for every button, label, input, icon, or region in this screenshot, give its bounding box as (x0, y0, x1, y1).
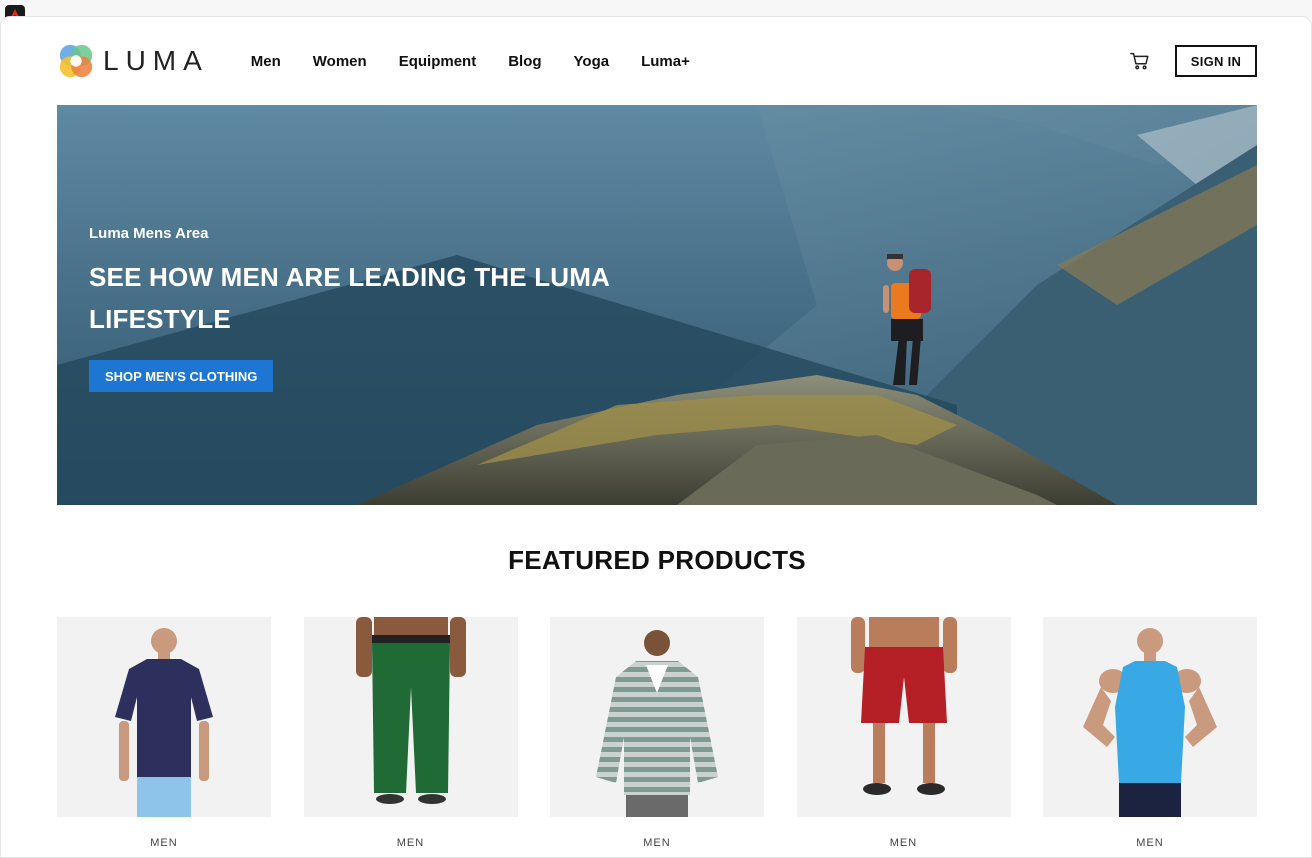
featured-products-grid: MEN MEN MEN MEN MEN (57, 617, 1257, 849)
luma-logo-icon (59, 44, 93, 78)
header-actions: SIGN IN (1129, 45, 1257, 77)
shop-mens-clothing-button[interactable]: SHOP MEN'S CLOTHING (89, 360, 274, 392)
nav-item-men[interactable]: Men (235, 53, 297, 70)
site-logo[interactable]: LUMA (57, 41, 209, 81)
hero-banner: Luma Mens Area SEE HOW MEN ARE LEADING T… (57, 105, 1257, 505)
hero-eyebrow: Luma Mens Area (89, 225, 209, 242)
nav-item-yoga[interactable]: Yoga (558, 53, 626, 70)
cart-icon[interactable] (1129, 50, 1151, 72)
product-card[interactable]: MEN (1043, 617, 1257, 849)
product-image[interactable] (796, 617, 1011, 817)
site-header: LUMA Men Women Equipment Blog Yoga Luma+… (57, 17, 1257, 105)
main-nav: Men Women Equipment Blog Yoga Luma+ (235, 53, 706, 70)
product-category: MEN (150, 837, 178, 849)
brand-name: LUMA (103, 45, 209, 76)
product-card[interactable]: MEN (550, 617, 764, 849)
product-image[interactable] (1043, 617, 1257, 817)
product-category: MEN (1136, 837, 1164, 849)
product-image[interactable] (57, 617, 271, 817)
product-category: MEN (889, 837, 918, 849)
nav-item-women[interactable]: Women (297, 53, 383, 70)
nav-item-luma-plus[interactable]: Luma+ (625, 53, 706, 70)
product-image[interactable] (550, 617, 764, 817)
sign-in-button[interactable]: SIGN IN (1175, 45, 1257, 77)
product-card[interactable]: MEN (796, 617, 1011, 849)
product-image[interactable] (303, 617, 518, 817)
nav-item-equipment[interactable]: Equipment (383, 53, 493, 70)
product-category: MEN (396, 837, 425, 849)
hero-content: Luma Mens Area SEE HOW MEN ARE LEADING T… (89, 225, 649, 392)
product-card[interactable]: MEN (57, 617, 271, 849)
browser-window: LUMA Men Women Equipment Blog Yoga Luma+… (0, 16, 1312, 858)
product-card[interactable]: MEN (303, 617, 518, 849)
product-category: MEN (643, 837, 671, 849)
featured-products-heading: FEATURED PRODUCTS (508, 545, 806, 575)
hero-title: SEE HOW MEN ARE LEADING THE LUMA LIFESTY… (89, 262, 610, 334)
nav-item-blog[interactable]: Blog (492, 53, 557, 70)
